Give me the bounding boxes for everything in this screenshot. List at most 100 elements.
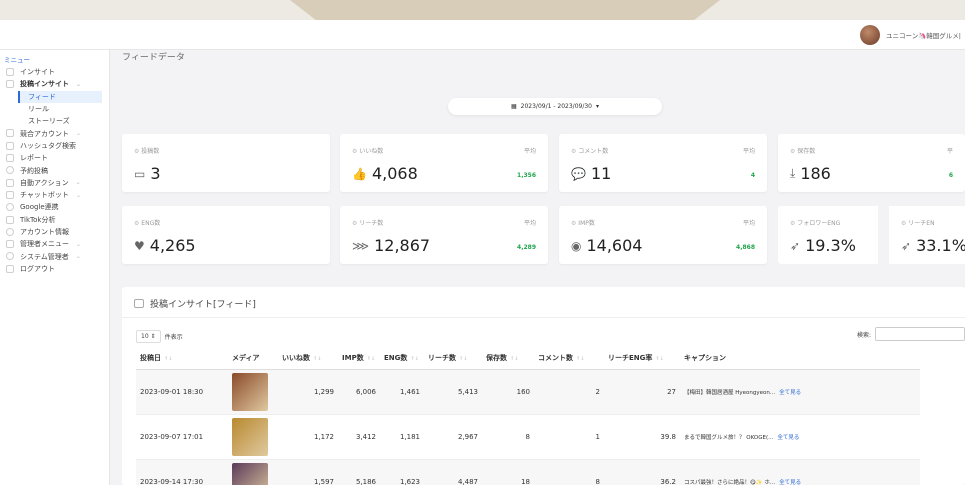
avg-label: 平均 xyxy=(742,148,755,155)
avatar[interactable] xyxy=(860,25,881,45)
sidebar-item-label: 投稿インサイト xyxy=(20,80,69,89)
sidebar-item-0[interactable]: インサイト xyxy=(0,66,109,78)
top-bar: ユニコーン🦄韓国グルメ| xyxy=(0,20,965,50)
sidebar: ミニュー インサイト 投稿インサイト ⌄ フィード リール ストーリーズ 競合アカウント ⌄ ハ… xyxy=(0,50,110,485)
sort-icon: ↑↓ xyxy=(164,355,173,362)
sidebar-item-13[interactable]: アカウント情報 xyxy=(0,226,109,238)
stat-value-text: 4,068 xyxy=(371,164,418,183)
sidebar-item-4[interactable]: ストーリーズ xyxy=(0,115,109,127)
cell-likes: 1,597 xyxy=(278,459,338,485)
stat-card: フォロワーENG ➶ 19.3% xyxy=(778,206,878,264)
stat-value: ♥ 4,265 xyxy=(134,236,196,255)
post-insight-panel: 投稿インサイト[フィード] 10 ⇕ 件表示 検索: 投稿日 ↑↓ メディア いいね数… xyxy=(122,287,965,485)
cell-likes: 1,172 xyxy=(278,414,338,460)
sidebar-item-1[interactable]: 投稿インサイト ⌄ xyxy=(0,78,109,90)
stat-label: ENG数 xyxy=(134,218,160,227)
stat-label: 投稿数 xyxy=(134,146,159,155)
sidebar-item-label: システム管理者 xyxy=(20,252,69,261)
column-header[interactable]: コメント数 ↑↓ xyxy=(534,347,604,370)
user-menu[interactable]: ユニコーン🦄韓国グルメ| xyxy=(860,24,965,46)
stat-value-text: 14,604 xyxy=(586,236,643,255)
column-header[interactable]: メディア xyxy=(228,347,278,370)
sidebar-item-10[interactable]: チャットボット ⌄ xyxy=(0,189,109,201)
date-range-picker[interactable]: ▦ 2023/09/1 - 2023/09/30 ▾ xyxy=(448,98,662,115)
column-header[interactable]: リーチENG率 ↑↓ xyxy=(604,347,680,370)
stat-value-text: 12,867 xyxy=(374,236,431,255)
cell-reach: 4,487 xyxy=(424,459,482,485)
post-thumbnail[interactable] xyxy=(232,462,268,485)
stat-value: ➶ 19.3% xyxy=(790,236,856,255)
cell-caption: まるで韓国グルメ旅！？ OKOGE(... 全て見る xyxy=(680,414,920,460)
sidebar-item-label: Google連携 xyxy=(20,203,59,212)
sidebar-item-11[interactable]: Google連携 xyxy=(0,201,109,213)
cell-comments: 8 xyxy=(534,459,604,485)
menu-icon xyxy=(6,240,14,249)
column-header-label: 投稿日 xyxy=(140,353,161,362)
see-all-link[interactable]: 全て見る xyxy=(779,390,801,396)
stat-label: リーチ数 xyxy=(352,218,383,227)
menu-icon xyxy=(6,166,14,175)
sidebar-item-5[interactable]: 競合アカウント ⌄ xyxy=(0,127,109,139)
table-header-row: 投稿日 ↑↓ メディア いいね数 ↑↓ IMP数 ↑↓ ENG数 ↑↓ リーチ数 ↑↓ 保存数 ↑↓ コメ… xyxy=(136,347,920,370)
sidebar-item-9[interactable]: 自動アクション ⌄ xyxy=(0,177,109,189)
stat-value-text: 19.3% xyxy=(805,236,856,255)
avg-label: 平 xyxy=(946,148,953,155)
cell-likes: 1,299 xyxy=(278,369,338,415)
column-header[interactable]: 保存数 ↑↓ xyxy=(482,347,534,370)
cell-media xyxy=(228,369,278,415)
table-row[interactable]: 2023-09-01 18:30 1,299 6,006 1,461 5,413 160 2… xyxy=(136,369,920,415)
see-all-link[interactable]: 全て見る xyxy=(777,435,799,441)
table-search: 検索: xyxy=(857,327,965,341)
cell-eng: 1,623 xyxy=(380,459,424,485)
chevron-down-icon: ⌄ xyxy=(75,191,81,199)
column-header[interactable]: ENG数 ↑↓ xyxy=(380,347,424,370)
cell-date: 2023-09-07 17:01 xyxy=(136,414,228,460)
stat-value: ⋙ 12,867 xyxy=(352,236,430,255)
see-all-link[interactable]: 全て見る xyxy=(779,480,801,485)
cell-date: 2023-09-14 17:30 xyxy=(136,459,228,485)
chevron-down-icon: ⌄ xyxy=(75,179,81,187)
sidebar-item-12[interactable]: TikTok分析 xyxy=(0,214,109,226)
search-input[interactable] xyxy=(875,327,965,341)
cell-media xyxy=(228,459,278,485)
heart-icon: ♥ xyxy=(134,238,145,253)
stat-card: ENG数 ♥ 4,265 xyxy=(122,206,330,264)
column-header[interactable]: キャプション xyxy=(680,347,920,370)
column-header[interactable]: いいね数 ↑↓ xyxy=(278,347,338,370)
menu-icon xyxy=(6,252,14,261)
menu-icon xyxy=(6,227,14,236)
table-row[interactable]: 2023-09-07 17:01 1,172 3,412 1,181 2,967 8 1 39… xyxy=(136,414,920,460)
page-length-label: 件表示 xyxy=(164,334,183,341)
column-header-label: いいね数 xyxy=(282,353,310,362)
column-header-label: キャプション xyxy=(684,353,726,362)
sort-icon: ↑↓ xyxy=(313,355,322,362)
sidebar-item-7[interactable]: レポート xyxy=(0,152,109,164)
post-thumbnail[interactable] xyxy=(232,417,268,456)
stat-value: ◉ 14,604 xyxy=(571,236,642,255)
send-icon: ➶ xyxy=(790,238,801,253)
table-row[interactable]: 2023-09-14 17:30 1,597 5,186 1,623 4,487 18 8 3… xyxy=(136,459,920,485)
column-header[interactable]: IMP数 ↑↓ xyxy=(338,347,380,370)
column-header[interactable]: 投稿日 ↑↓ xyxy=(136,347,228,370)
avg-value: 4,868 xyxy=(736,244,755,251)
menu-icon xyxy=(6,203,14,212)
sidebar-item-6[interactable]: ハッシュタグ検索 xyxy=(0,140,109,152)
post-thumbnail[interactable] xyxy=(232,372,268,411)
menu-icon xyxy=(6,264,14,273)
sidebar-item-15[interactable]: システム管理者 ⌄ xyxy=(0,250,109,262)
page-length-select[interactable]: 10 ⇕ xyxy=(136,330,161,343)
sidebar-item-3[interactable]: リール xyxy=(0,103,109,115)
sidebar-item-14[interactable]: 管理者メニュー ⌄ xyxy=(0,238,109,250)
sidebar-item-8[interactable]: 予約投稿 xyxy=(0,164,109,176)
stat-value: ⤓ 186 xyxy=(790,164,831,183)
stat-value-text: 33.1% xyxy=(916,236,965,255)
sidebar-item-label: フィード xyxy=(28,92,56,101)
column-header[interactable]: リーチ数 ↑↓ xyxy=(424,347,482,370)
cell-reach-eng-rate: 27 xyxy=(604,369,680,415)
sidebar-item-label: 競合アカウント xyxy=(20,129,69,138)
sidebar-item-16[interactable]: ログアウト xyxy=(0,263,109,275)
caption-text: コスパ最強！さらに絶品！😋✨ ホ... xyxy=(684,479,776,485)
rss-icon: ⋙ xyxy=(352,238,370,253)
sidebar-item-2[interactable]: フィード xyxy=(18,90,102,103)
stat-card: リーチEN ➶ 33.1% xyxy=(889,206,965,264)
